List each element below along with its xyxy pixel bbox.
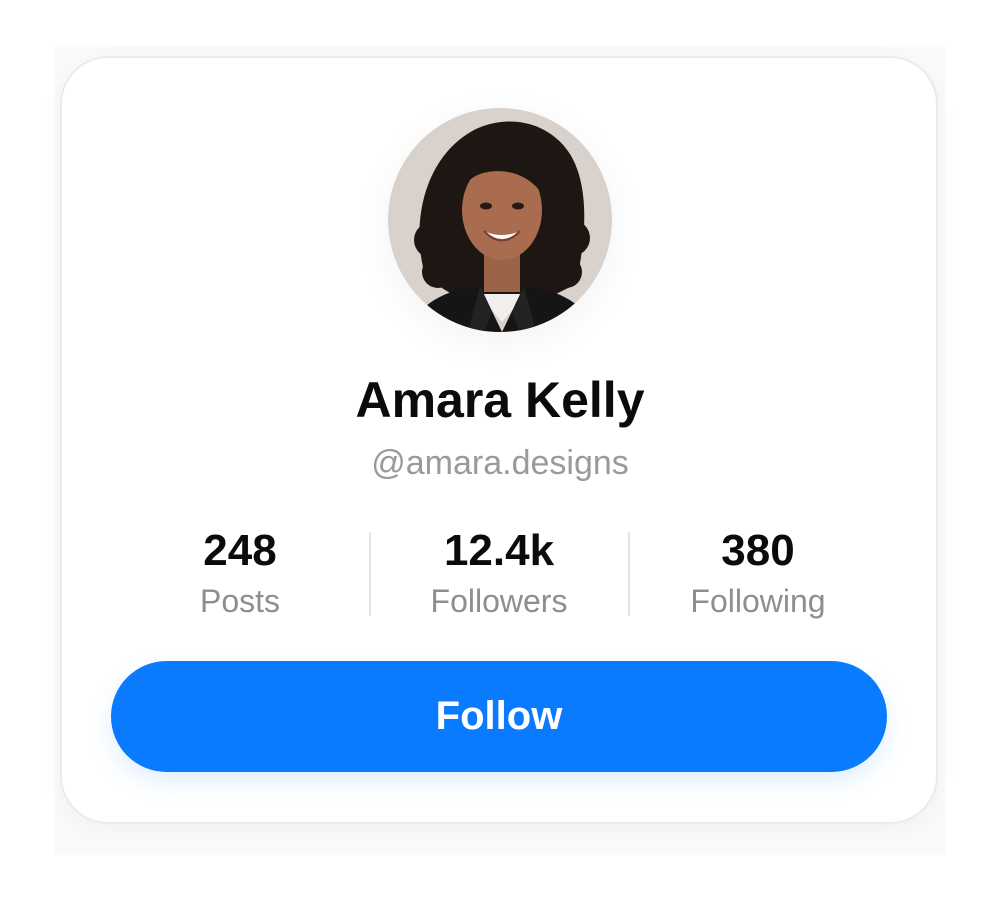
stat-value: 380: [721, 526, 795, 575]
stat-following[interactable]: 380 Following: [628, 522, 888, 624]
follow-button[interactable]: Follow: [111, 661, 887, 772]
profile-name: Amara Kelly: [355, 372, 645, 428]
profile-handle: @amara.designs: [371, 444, 629, 482]
avatar-portrait: [388, 108, 612, 332]
stat-value: 248: [203, 526, 277, 575]
stat-label: Following: [690, 583, 826, 619]
stat-followers[interactable]: 12.4k Followers: [369, 522, 629, 624]
stat-label: Posts: [199, 583, 281, 619]
stat-posts[interactable]: 248 Posts: [110, 522, 370, 624]
stat-value: 12.4k: [443, 526, 555, 575]
avatar[interactable]: [388, 108, 612, 332]
stat-label: Followers: [430, 583, 568, 619]
